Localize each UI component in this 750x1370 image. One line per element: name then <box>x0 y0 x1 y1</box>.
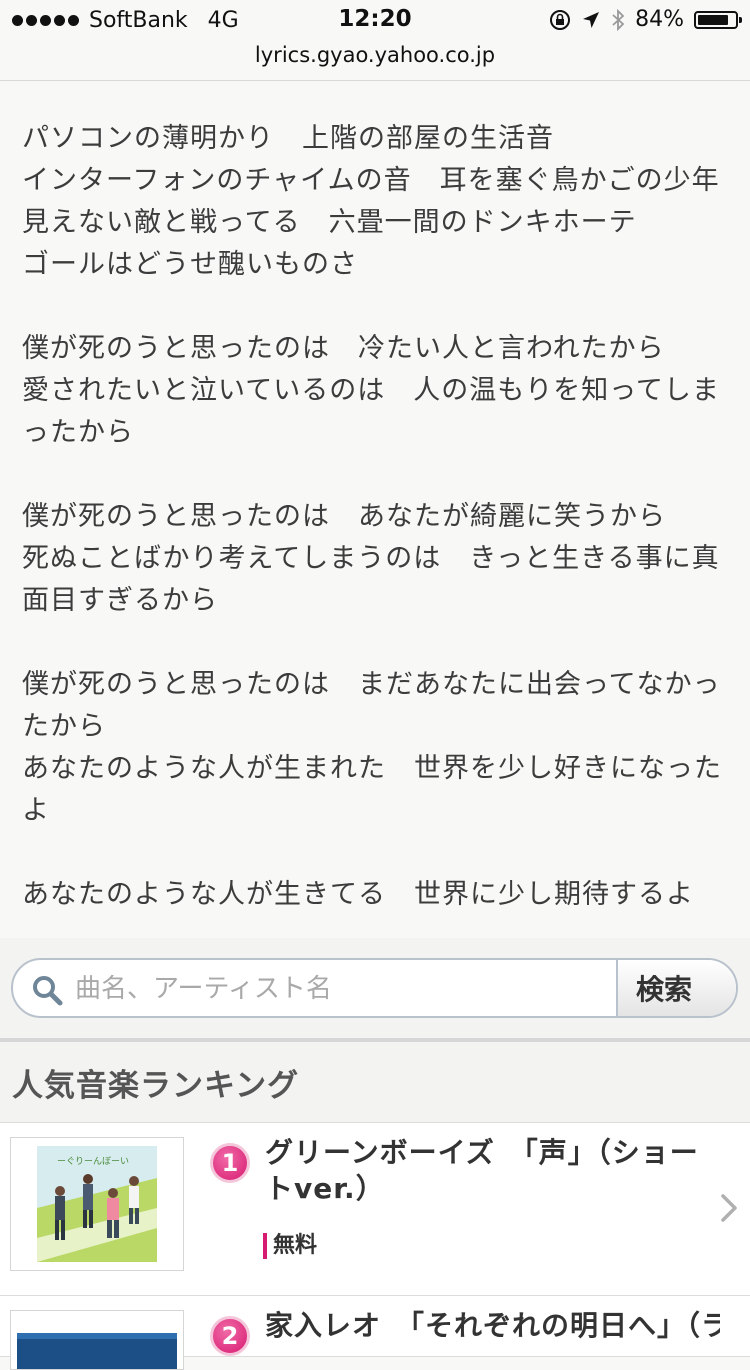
album-art-image: ーぐりーんぼーい <box>37 1146 157 1262</box>
url-bar[interactable]: lyrics.gyao.yahoo.co.jp <box>0 40 750 81</box>
lyric-line: あなたのような人が生まれた 世界を少し好きになったよ <box>22 753 722 826</box>
lyric-line: 死ぬことばかり考えてしまうのは きっと生きる事に真面目すぎるから <box>22 543 720 616</box>
status-bar: SoftBank 4G 12:20 84% <box>0 0 750 40</box>
free-badge: 無料 <box>263 1233 317 1259</box>
status-right: 84% <box>549 7 742 32</box>
rank-badge: 2 <box>210 1316 250 1356</box>
lyric-line: 僕が死のうと思ったのは あなたが綺麗に笑うから <box>22 501 666 532</box>
lyric-line: 見えない敵と戦ってる 六畳一間のドンキホーテ <box>22 207 637 238</box>
lyric-line: 愛されたいと泣いているのは 人の温もりを知ってしまったから <box>22 375 720 448</box>
search-input[interactable] <box>73 960 617 1016</box>
search-box: 検索 <box>11 958 738 1018</box>
battery-percent: 84% <box>635 7 684 32</box>
search-area: 検索 <box>0 938 750 1038</box>
lyric-line: 僕が死のうと思ったのは 冷たい人と言われたから <box>22 333 665 364</box>
lyric-line: インターフォンのチャイムの音 耳を塞ぐ鳥かごの少年 <box>22 165 720 196</box>
orientation-lock-icon <box>550 9 571 30</box>
location-arrow-icon <box>583 11 600 28</box>
album-thumbnail[interactable] <box>10 1310 184 1370</box>
bluetooth-icon <box>612 8 625 31</box>
lyric-line: ゴールはどうせ醜いものさ <box>22 249 358 280</box>
svg-text:ーぐりーんぼーい: ーぐりーんぼーい <box>57 1156 129 1167</box>
album-art-image <box>17 1333 177 1369</box>
ranking-header: 人気音楽ランキング <box>0 1042 750 1123</box>
lyric-stanza: あなたのような人が生きてる 世界に少し期待するよ <box>22 874 727 916</box>
album-thumbnail[interactable]: ーぐりーんぼーい <box>10 1137 184 1271</box>
ranking-item-1[interactable]: ーぐりーんぼーい 1 グリーンボーイズ 「声」（ショートver.） 無料 <box>0 1123 750 1296</box>
lyric-stanza: 僕が死のうと思ったのは まだあなたに出会ってなかったから あなたのような人が生まれ… <box>22 664 727 832</box>
lyric-stanza: パソコンの薄明かり 上階の部屋の生活音インターフォンのチャイムの音 耳を塞ぐ鳥か… <box>22 118 727 286</box>
ranking-item-title[interactable]: グリーンボーイズ 「声」（ショートver.） <box>265 1135 720 1207</box>
search-button[interactable]: 検索 <box>616 960 736 1016</box>
lyric-line: 僕が死のうと思ったのは まだあなたに出会ってなかったから <box>22 669 721 742</box>
ranking-item-2[interactable]: 2 家入レオ 「それぞれの明日へ」（ラ <box>0 1296 750 1370</box>
search-icon <box>33 976 63 1006</box>
battery-level-fill <box>698 14 729 25</box>
lyric-stanza: 僕が死のうと思ったのは あなたが綺麗に笑うから死ぬことばかり考えてしまうのは き… <box>22 496 727 622</box>
ranking-title: 人気音楽ランキング <box>12 1068 300 1104</box>
chevron-right-icon[interactable] <box>720 1193 738 1223</box>
lyric-stanza: 僕が死のうと思ったのは 冷たい人と言われたから愛されたいと泣いているのは 人の温… <box>22 328 727 454</box>
rank-badge: 1 <box>210 1143 250 1183</box>
lyric-line: あなたのような人が生きてる 世界に少し期待するよ <box>22 879 694 910</box>
lyrics-body: パソコンの薄明かり 上階の部屋の生活音インターフォンのチャイムの音 耳を塞ぐ鳥か… <box>22 118 727 916</box>
url-text[interactable]: lyrics.gyao.yahoo.co.jp <box>255 43 495 67</box>
lyric-line: パソコンの薄明かり 上階の部屋の生活音 <box>22 123 554 154</box>
battery-icon <box>694 10 742 29</box>
ranking-item-title[interactable]: 家入レオ 「それぞれの明日へ」（ラ <box>265 1308 720 1344</box>
